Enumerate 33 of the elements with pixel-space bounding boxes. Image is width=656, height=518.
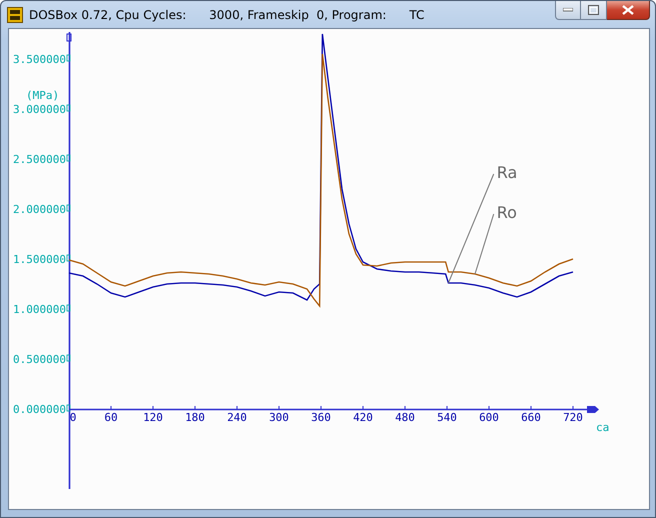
y-tick-label: 2.000000 (13, 203, 66, 216)
x-tick-label: 720 (563, 411, 583, 424)
y-tick-label: 2.500000 (13, 153, 66, 166)
x-tick-label: 660 (521, 411, 541, 424)
y-tick-label: 0.500000 (13, 353, 66, 366)
curve-label: Ro (496, 203, 517, 222)
close-button[interactable] (607, 1, 650, 20)
x-axis-label: ca (596, 421, 610, 434)
y-axis-label: (MPa) (26, 89, 60, 102)
window-title: DOSBox 0.72, Cpu Cycles: 3000, Frameskip 0, Program: TC (29, 8, 426, 22)
y-tick-label: 1.000000 (13, 303, 66, 316)
minimize-icon (563, 8, 573, 12)
y-tick-label: 1.500000 (13, 253, 66, 266)
x-tick-label: 60 (104, 411, 118, 424)
x-tick-label: 240 (227, 411, 247, 424)
x-tick-label: 180 (185, 411, 205, 424)
x-tick-label: 600 (479, 411, 499, 424)
maximize-icon (588, 5, 599, 15)
maximize-button[interactable] (581, 1, 607, 20)
app-icon (7, 6, 23, 22)
x-tick-label: 0 (70, 411, 76, 424)
curve-label: Ra (496, 163, 518, 182)
x-tick-label: 420 (353, 411, 373, 424)
y-tick-label: 3.000000 (13, 103, 66, 116)
x-tick-label: 360 (311, 411, 331, 424)
x-tick-label: 480 (395, 411, 415, 424)
x-tick-label: 300 (269, 411, 289, 424)
x-tick-label: 540 (437, 411, 457, 424)
close-icon (622, 5, 634, 15)
y-tick-label: 3.500000 (13, 53, 66, 66)
y-tick-label: 0.000000 (13, 403, 66, 416)
minimize-button[interactable] (555, 1, 581, 20)
x-tick-label: 120 (143, 411, 163, 424)
